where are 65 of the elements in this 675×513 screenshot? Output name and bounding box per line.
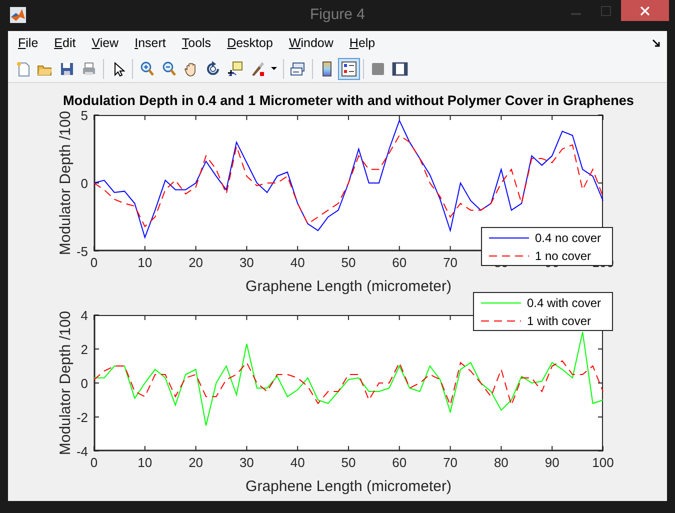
y-tick-label: 0 — [80, 376, 88, 391]
y-tick-label: 0 — [80, 176, 88, 191]
chart-title: Modulation Depth in 0.4 and 1 Micrometer with and without Polymer Cover in Graphenes — [63, 93, 634, 108]
x-tick-label: 0 — [90, 455, 98, 470]
legend-label: 0.4 no cover — [535, 231, 602, 245]
legend-label: 1 no cover — [535, 249, 592, 263]
data-cursor-icon — [227, 60, 243, 76]
close-button[interactable] — [621, 0, 669, 21]
brush-icon — [249, 60, 265, 76]
legend[interactable]: 0.4 with cover 1 with cover — [473, 292, 613, 331]
x-axis-label: Graphene Length (micrometer) — [246, 278, 452, 295]
y-tick-label: 2 — [80, 342, 88, 357]
menu-item[interactable]: Insert — [128, 36, 173, 50]
y-tick-label: -2 — [76, 410, 88, 425]
menu-item[interactable]: File — [11, 36, 46, 50]
x-tick-label: 50 — [341, 255, 356, 270]
menu-item[interactable]: View — [84, 36, 126, 50]
maximize-icon — [601, 6, 611, 16]
x-tick-label: 50 — [341, 455, 356, 470]
x-tick-label: 40 — [290, 255, 305, 270]
y-axis-label: Modulator Depth /100 — [57, 310, 74, 456]
x-tick-label: 20 — [188, 255, 204, 270]
x-tick-label: 60 — [392, 455, 407, 470]
window-title: Figure 4 — [310, 6, 366, 23]
x-axis-label: Graphene Length (micrometer) — [246, 478, 452, 495]
menu-item[interactable]: Help — [342, 36, 382, 50]
legend-icon — [341, 60, 357, 76]
x-tick-label: 70 — [443, 255, 458, 270]
x-tick-label: 30 — [239, 255, 254, 270]
linked-plot-icon — [290, 60, 306, 76]
close-icon — [640, 6, 650, 16]
x-tick-label: 30 — [239, 455, 254, 470]
y-tick-label: -4 — [76, 444, 88, 459]
x-tick-label: 100 — [592, 455, 614, 470]
x-tick-label: 90 — [544, 455, 560, 470]
legend-button[interactable] — [338, 58, 360, 80]
y-tick-label: 4 — [80, 308, 88, 323]
dock-arrow-icon[interactable] — [652, 38, 661, 48]
hide-plot-tools-icon — [370, 60, 386, 76]
menu-item[interactable]: Tools — [174, 36, 218, 50]
dropdown-caret-icon — [271, 67, 277, 70]
menu-item[interactable]: Edit — [47, 36, 83, 50]
x-tick-label: 60 — [392, 255, 407, 270]
y-axis-label: Modulator Depth /100 — [57, 110, 74, 256]
show-plot-tools-icon — [392, 60, 408, 76]
x-tick-label: 10 — [138, 455, 152, 470]
print-icon — [81, 60, 97, 76]
x-tick-label: 20 — [188, 455, 204, 470]
x-tick-label: 70 — [443, 455, 458, 470]
rotate-icon — [205, 60, 221, 76]
legend-label: 0.4 with cover — [527, 296, 602, 310]
legend-label: 1 with cover — [527, 314, 592, 328]
zoom-out-icon — [161, 60, 177, 76]
zoom-in-icon — [139, 60, 155, 76]
x-tick-label: 10 — [138, 255, 152, 270]
save-icon — [59, 60, 75, 76]
new-file-icon — [15, 60, 31, 76]
menu-item[interactable]: Window — [282, 36, 340, 50]
x-tick-label: 0 — [90, 255, 98, 270]
y-tick-label: -5 — [76, 244, 88, 259]
x-tick-label: 80 — [494, 455, 508, 470]
x-tick-label: 40 — [290, 455, 305, 470]
menu-item[interactable]: Desktop — [220, 36, 280, 50]
y-tick-label: 5 — [80, 108, 88, 123]
app-logo-icon — [10, 7, 26, 23]
